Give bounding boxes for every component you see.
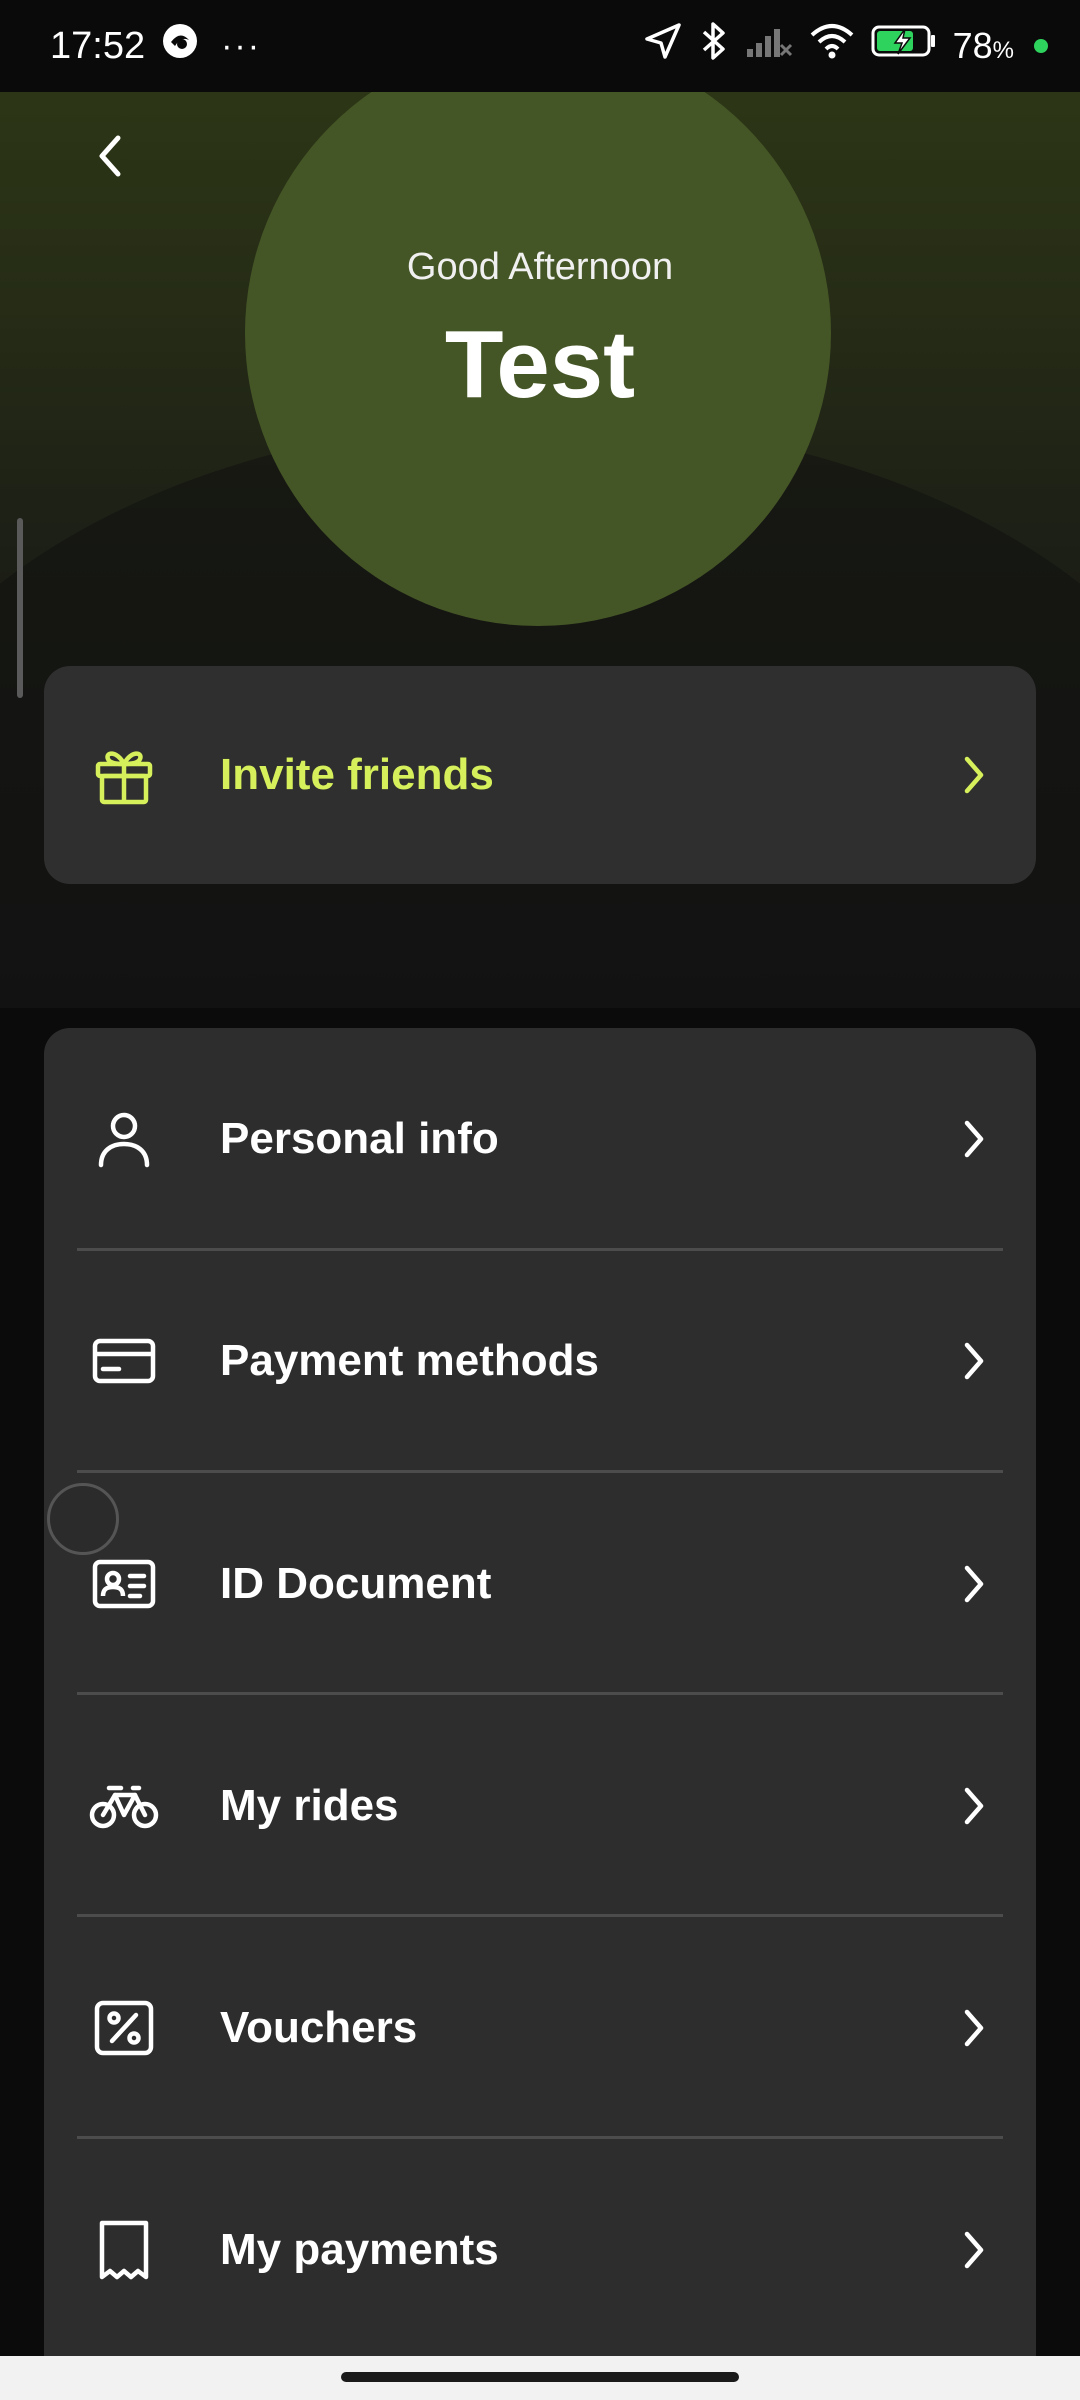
chevron-right-icon [952,1117,996,1161]
status-time: 17:52 [50,24,146,67]
touch-indicator [47,1483,119,1555]
menu-item-label: My rides [220,1781,399,1830]
greeting-text: Good Afternoon [406,246,674,288]
percent-voucher-icon [88,1992,160,2064]
chevron-left-icon [92,132,128,185]
menu-item-label: My payments [220,2225,499,2274]
menu-item-label: Vouchers [220,2003,418,2052]
scroll-indicator [17,518,23,698]
menu-item-id-document[interactable]: ID Document [44,1473,1036,1695]
account-menu: Personal info Payment methods ID Documen… [44,1028,1036,2400]
bicycle-icon [88,1770,160,1842]
menu-item-vouchers[interactable]: Vouchers [44,1917,1036,2139]
chevron-right-icon [952,1339,996,1383]
location-arrow-icon [643,21,683,71]
menu-item-label: ID Document [220,1559,492,1608]
invite-friends-label: Invite friends [220,750,494,799]
chevron-right-icon [952,1562,996,1606]
back-button[interactable] [80,128,140,188]
home-gesture-handle[interactable] [341,2372,739,2382]
status-bar: 17:52 ··· 78% [0,0,1080,92]
user-name: Test [444,311,636,418]
status-overflow: ··· [221,26,262,65]
gift-icon [88,739,160,811]
menu-item-my-payments[interactable]: My payments [44,2139,1036,2361]
battery-charging-icon [871,24,937,68]
menu-item-label: Personal info [220,1114,499,1163]
menu-item-personal-info[interactable]: Personal info [44,1028,1036,1250]
menu-item-payment-methods[interactable]: Payment methods [44,1250,1036,1472]
menu-item-label: Payment methods [220,1336,599,1385]
chevron-right-icon [952,753,996,797]
wifi-icon [809,23,855,69]
bluetooth-icon [699,20,729,72]
credit-card-icon [88,1325,160,1397]
app-notification-icon [161,22,199,70]
chevron-right-icon [952,2006,996,2050]
receipt-icon [88,2214,160,2286]
menu-item-my-rides[interactable]: My rides [44,1695,1036,1917]
chevron-right-icon [952,1784,996,1828]
user-icon [88,1103,160,1175]
chevron-right-icon [952,2228,996,2272]
battery-level: 78% [952,25,1014,66]
id-card-icon [88,1548,160,1620]
privacy-indicator-dot [1034,39,1048,53]
invite-friends-button[interactable]: Invite friends [44,666,1036,884]
signal-icon [745,23,793,69]
